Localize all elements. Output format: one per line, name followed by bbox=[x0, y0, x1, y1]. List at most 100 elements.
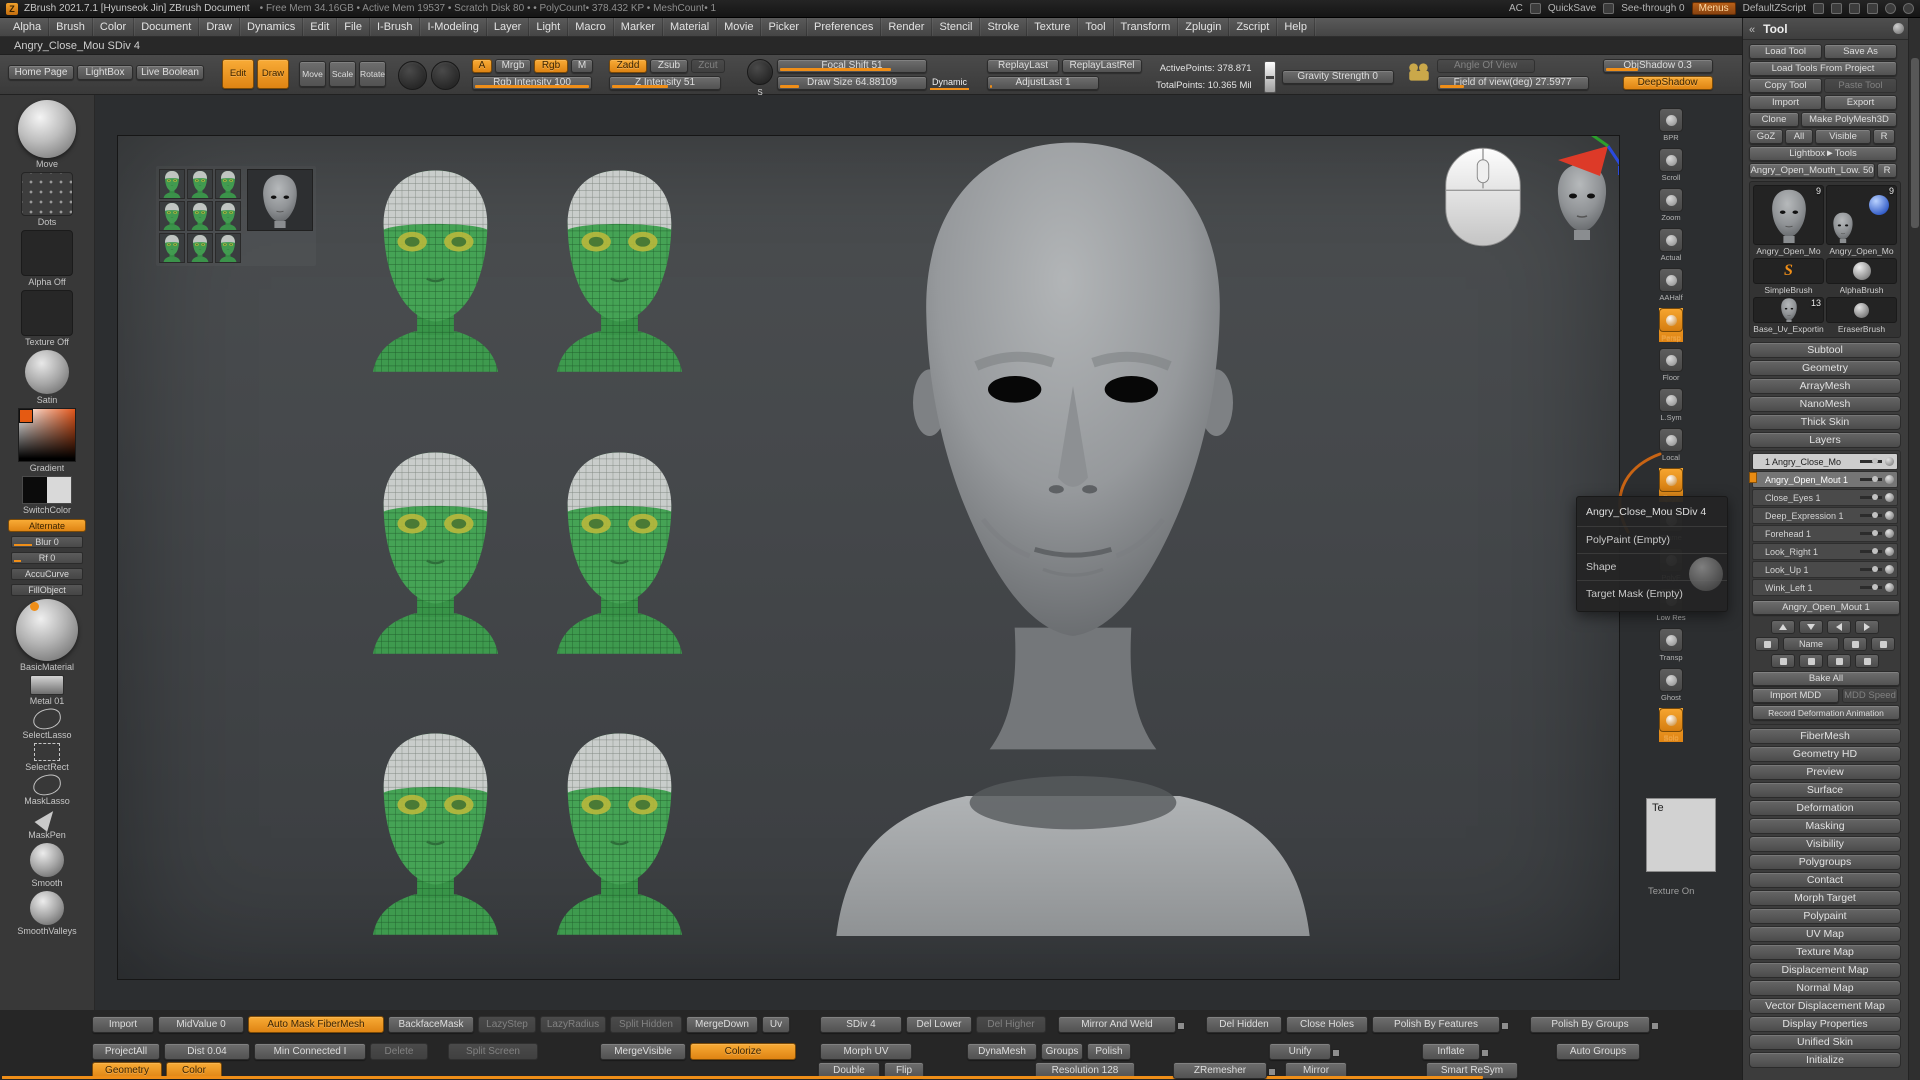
right-shelf-button[interactable]: Transp bbox=[1659, 628, 1683, 662]
palette-section[interactable]: Masking bbox=[1749, 818, 1901, 834]
wireframe-head[interactable] bbox=[552, 160, 687, 375]
z-intensity-slider[interactable]: Z Intensity 51 bbox=[609, 76, 721, 90]
deep-shadow-button[interactable]: DeepShadow bbox=[1623, 76, 1713, 90]
layer-down-button[interactable] bbox=[1799, 620, 1823, 634]
layer-eye-icon[interactable] bbox=[1885, 565, 1894, 574]
main-head-model[interactable] bbox=[823, 136, 1323, 936]
tray-item-icon[interactable] bbox=[32, 773, 63, 797]
nav-button[interactable]: Home Page bbox=[8, 65, 74, 80]
layer-right-button[interactable] bbox=[1855, 620, 1879, 634]
menu-item[interactable]: Color bbox=[93, 18, 134, 36]
right-shelf-button[interactable]: Zoom bbox=[1659, 188, 1683, 222]
bottom-button[interactable]: Colorize bbox=[690, 1043, 796, 1060]
thumbnail-head-icon[interactable] bbox=[187, 233, 213, 263]
palette-section[interactable]: Normal Map bbox=[1749, 980, 1901, 996]
right-shelf-button[interactable]: BPR bbox=[1659, 108, 1683, 142]
tray-item[interactable]: MaskLasso bbox=[24, 775, 70, 806]
menu-item[interactable]: Document bbox=[134, 18, 199, 36]
layer-eye-icon[interactable] bbox=[1885, 493, 1894, 502]
tray-item[interactable]: Blur 0 bbox=[11, 535, 83, 548]
bottom-button[interactable]: Split Screen bbox=[448, 1043, 538, 1060]
thumbnail-head-icon[interactable] bbox=[159, 201, 185, 231]
wireframe-head[interactable] bbox=[552, 723, 687, 938]
bottom-button[interactable]: Morph UV bbox=[820, 1043, 912, 1060]
panel-collapse-icon[interactable] bbox=[1749, 20, 1755, 38]
layer-eye-icon[interactable] bbox=[1885, 457, 1894, 466]
tool-thumbnail-icon[interactable] bbox=[1753, 297, 1824, 323]
palette-section[interactable]: Morph Target bbox=[1749, 890, 1901, 906]
stroke-preview-icon[interactable] bbox=[398, 61, 427, 90]
bottom-button[interactable]: Dist 0.04 bbox=[164, 1043, 250, 1060]
right-shelf-button[interactable]: AAHalf bbox=[1659, 268, 1683, 302]
fov-slider[interactable]: Field of view(deg) 27.5977 bbox=[1437, 76, 1589, 90]
layer-eye-icon[interactable] bbox=[1885, 529, 1894, 538]
palette-section[interactable]: Polygroups bbox=[1749, 854, 1901, 870]
palette-section[interactable]: Thick Skin bbox=[1749, 414, 1901, 430]
angle-of-view-button[interactable]: Angle Of View bbox=[1437, 59, 1535, 73]
tray-item[interactable]: Move bbox=[18, 100, 76, 169]
palette-section[interactable]: Initialize bbox=[1749, 1052, 1901, 1068]
tray-item[interactable]: Smooth bbox=[30, 843, 64, 888]
replay-button[interactable]: ReplayLastRel bbox=[1062, 59, 1142, 73]
right-shelf-icon[interactable] bbox=[1659, 188, 1683, 212]
right-shelf-button[interactable]: Floor bbox=[1659, 348, 1683, 382]
layer-row[interactable]: 1 Angry_Close_Mo bbox=[1752, 453, 1898, 470]
layer-eye-icon[interactable] bbox=[1885, 511, 1894, 520]
tool-panel-button[interactable]: Load Tools From Project bbox=[1749, 61, 1897, 76]
bottom-button[interactable]: Polish bbox=[1087, 1043, 1131, 1060]
wireframe-head[interactable] bbox=[552, 442, 687, 657]
menu-item[interactable]: Marker bbox=[614, 18, 663, 36]
bottom-button[interactable]: LazyStep bbox=[478, 1016, 536, 1033]
tray-item[interactable]: FillObject bbox=[11, 583, 83, 596]
nav-button[interactable]: Live Boolean bbox=[136, 65, 204, 80]
layer-row[interactable]: Angry_Open_Mout 1 bbox=[1752, 471, 1898, 488]
palette-icon[interactable] bbox=[1849, 3, 1860, 14]
paint-mode-button[interactable]: Rgb bbox=[534, 59, 568, 73]
thumbnail-head-icon[interactable] bbox=[215, 233, 241, 263]
menu-item[interactable]: Picker bbox=[761, 18, 807, 36]
bottom-button[interactable]: MidValue 0 bbox=[158, 1016, 244, 1033]
document-area[interactable] bbox=[117, 135, 1620, 980]
replay-button[interactable]: ReplayLast bbox=[987, 59, 1059, 73]
layer-intensity-slider[interactable] bbox=[1860, 550, 1882, 553]
tray-item[interactable]: Satin bbox=[25, 350, 69, 405]
thumbnail-grid[interactable] bbox=[159, 169, 241, 263]
layer-row[interactable]: Look_Right 1 bbox=[1752, 543, 1898, 560]
mdd-speed-button[interactable]: MDD Speed bbox=[1842, 688, 1898, 703]
tool-panel-button[interactable]: Make PolyMesh3D bbox=[1801, 112, 1897, 127]
right-shelf-icon[interactable] bbox=[1659, 308, 1683, 332]
sculpt-mode-button[interactable]: Zadd bbox=[609, 59, 647, 73]
right-shelf-button[interactable]: Actual bbox=[1659, 228, 1683, 262]
canvas-area[interactable] bbox=[95, 95, 1742, 1010]
right-shelf-icon[interactable] bbox=[1659, 628, 1683, 652]
bottom-button[interactable]: Polish By Features bbox=[1372, 1016, 1500, 1033]
tray-item-icon[interactable] bbox=[18, 100, 76, 158]
layer-row[interactable]: Look_Up 1 bbox=[1752, 561, 1898, 578]
tool-panel-button[interactable]: R bbox=[1877, 163, 1897, 178]
tray-item-icon[interactable] bbox=[21, 230, 73, 276]
bottom-button[interactable]: MergeVisible bbox=[600, 1043, 686, 1060]
palette-section[interactable]: UV Map bbox=[1749, 926, 1901, 942]
bottom-button[interactable]: Mirror bbox=[1285, 1062, 1347, 1079]
gravity-strength-slider[interactable]: Gravity Strength 0 bbox=[1282, 70, 1394, 84]
bottom-button[interactable]: Import bbox=[92, 1016, 154, 1033]
tray-item[interactable]: SmoothValleys bbox=[17, 891, 76, 936]
wireframe-head[interactable] bbox=[368, 160, 503, 375]
palette-section[interactable]: Vector Displacement Map bbox=[1749, 998, 1901, 1014]
bottom-button[interactable]: ProjectAll bbox=[92, 1043, 160, 1060]
transform-button[interactable]: Scale bbox=[329, 61, 356, 87]
layer-intensity-slider[interactable] bbox=[1860, 532, 1882, 535]
transform-button[interactable]: Move bbox=[299, 61, 326, 87]
right-shelf-icon[interactable] bbox=[1659, 108, 1683, 132]
tool-thumbnail[interactable]: AlphaBrush bbox=[1826, 258, 1897, 295]
layer-intensity-slider[interactable] bbox=[1860, 460, 1882, 463]
bottom-button[interactable]: Unify bbox=[1269, 1043, 1331, 1060]
menu-item[interactable]: Help bbox=[1277, 18, 1315, 36]
palette-section[interactable]: Texture Map bbox=[1749, 944, 1901, 960]
bottom-button[interactable]: Close Holes bbox=[1286, 1016, 1368, 1033]
layout-icon[interactable] bbox=[1813, 3, 1824, 14]
bake-all-button[interactable]: Bake All bbox=[1752, 671, 1900, 686]
layer-eye-icon[interactable] bbox=[1885, 583, 1894, 592]
palette-section[interactable]: Subtool bbox=[1749, 342, 1901, 358]
menu-item[interactable]: Brush bbox=[49, 18, 93, 36]
